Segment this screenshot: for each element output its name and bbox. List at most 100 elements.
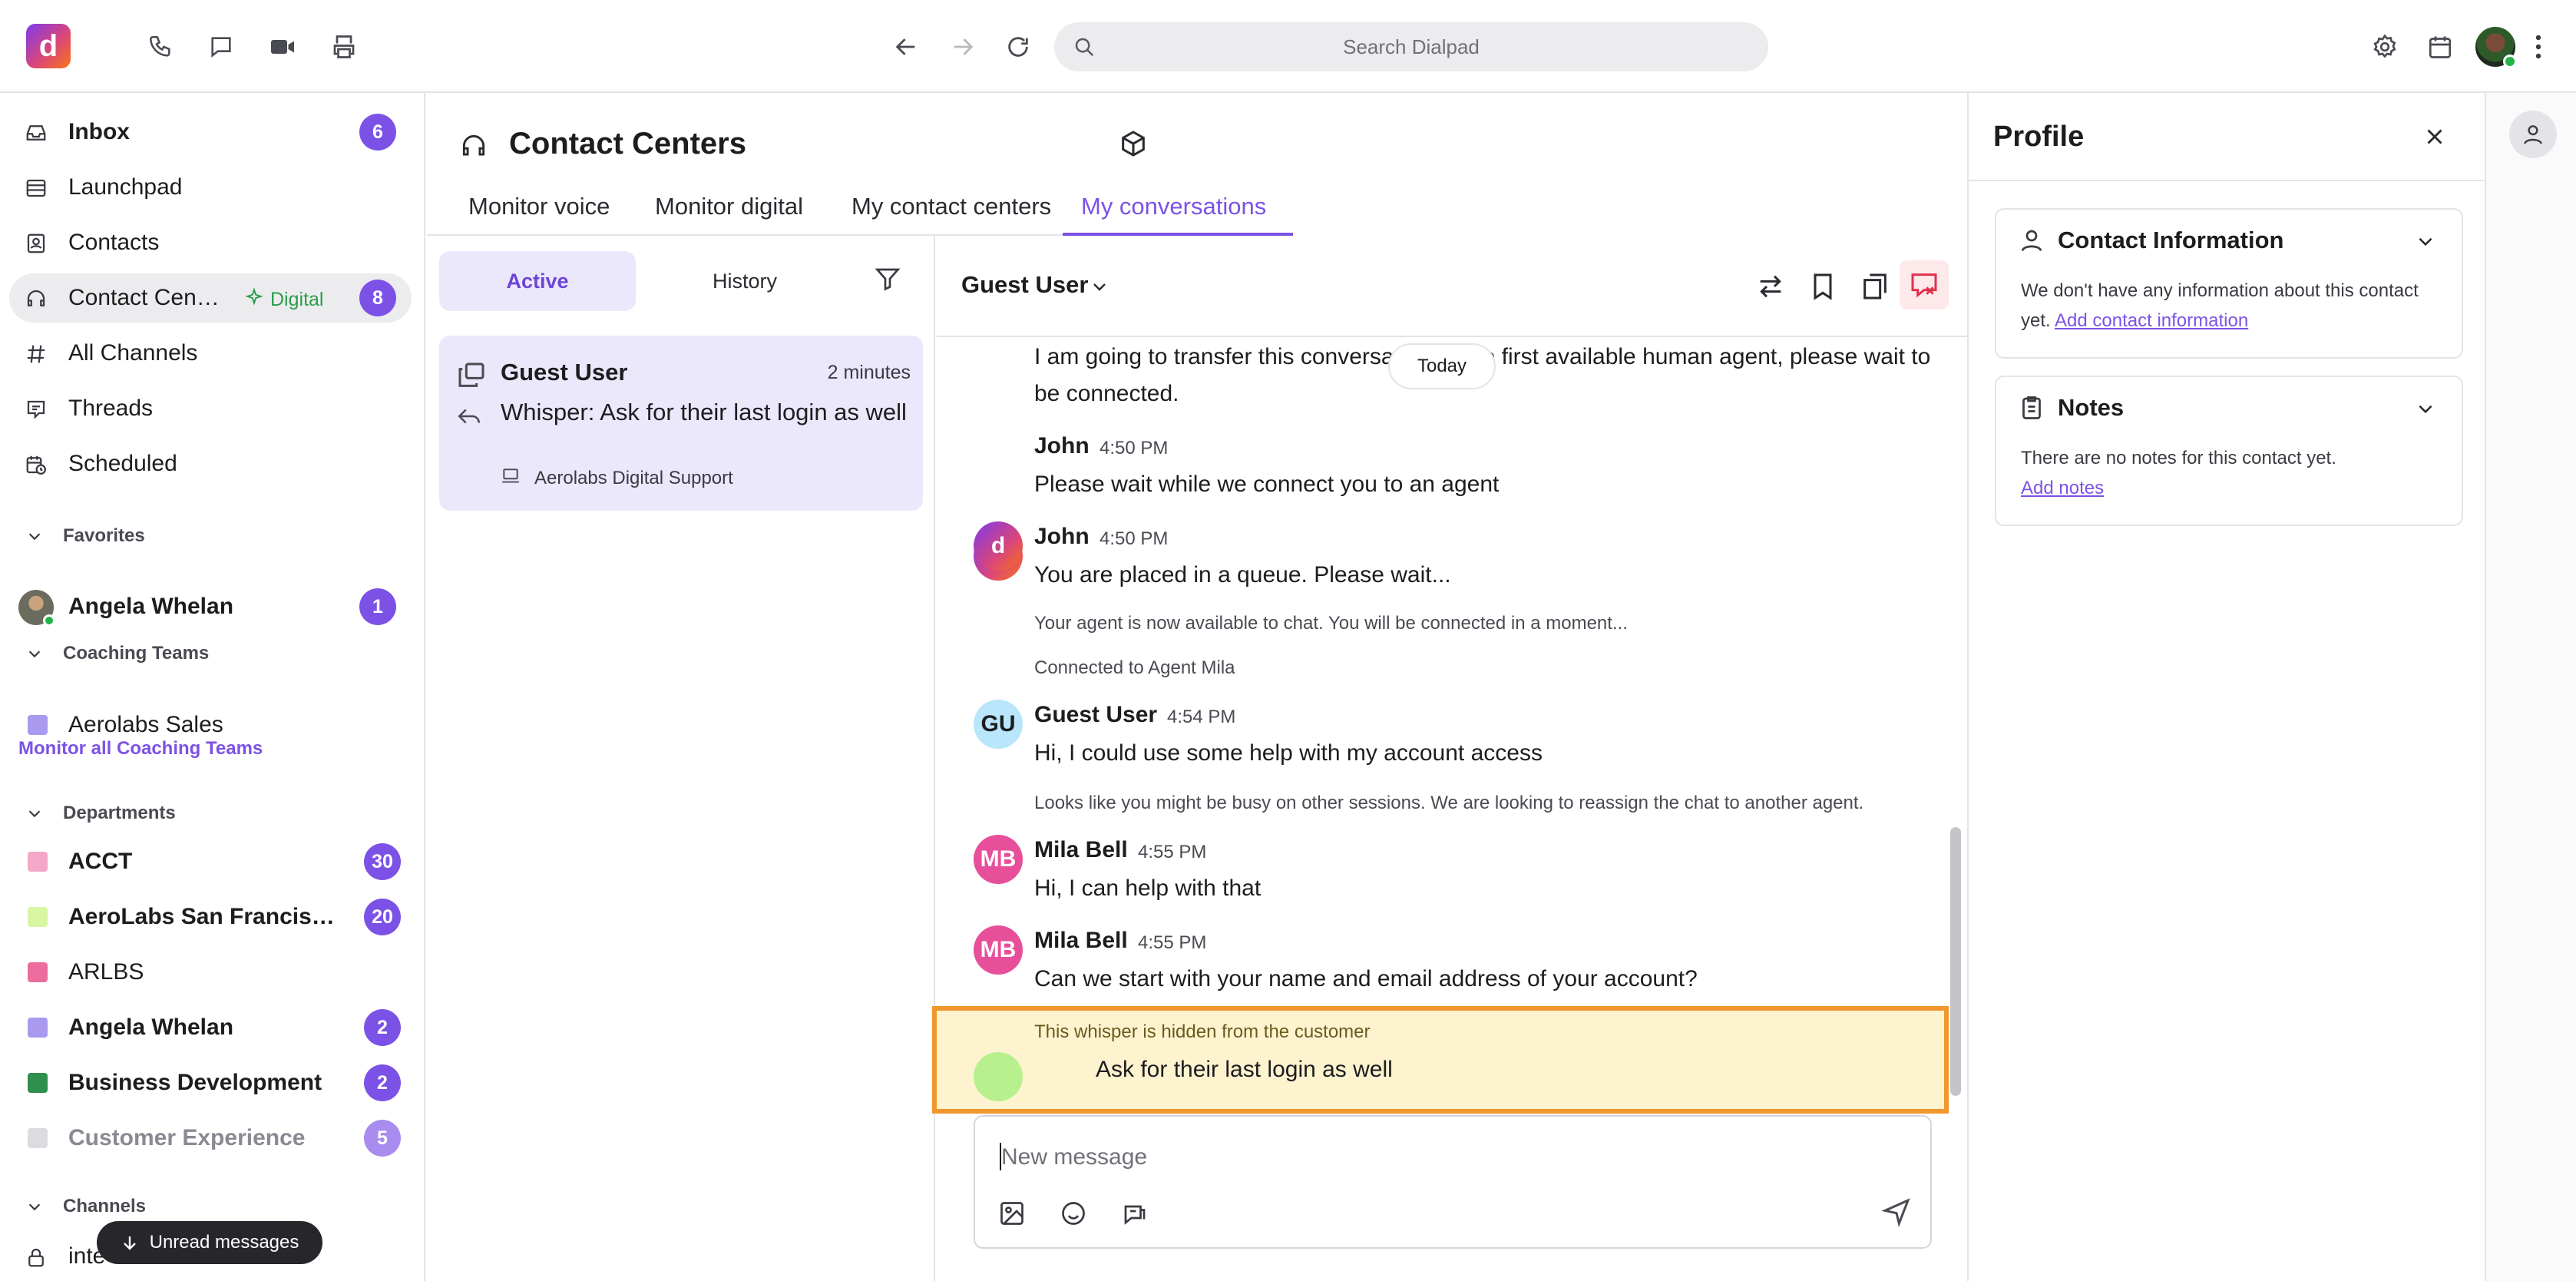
sidebar-item-label: AeroLabs San Francis… — [68, 904, 335, 929]
profile-toggle-button[interactable] — [2509, 111, 2557, 158]
forward-arrow-icon[interactable] — [946, 30, 980, 64]
sidebar-item-contact-centers[interactable]: Contact Cen… Digital 8 — [9, 273, 412, 323]
send-icon[interactable] — [1881, 1197, 1912, 1227]
conversation-stack-icon — [456, 360, 487, 391]
department-item-customer-experience[interactable]: Customer Experience 5 — [9, 1114, 412, 1163]
more-vertical-icon[interactable] — [2529, 30, 2548, 64]
department-item-business-development[interactable]: Business Development 2 — [9, 1058, 412, 1107]
emoji-icon[interactable] — [1060, 1200, 1087, 1227]
favorite-item-angela-whelan[interactable]: Angela Whelan 1 — [9, 582, 412, 631]
chat-contact-name[interactable]: Guest User — [961, 271, 1088, 299]
scheduled-calendar-icon — [25, 453, 48, 476]
page-title: Contact Centers — [509, 127, 746, 161]
clipboard-icon — [2018, 394, 2045, 422]
sidebar-item-label: Customer Experience — [68, 1125, 306, 1150]
message-composer[interactable]: New message — [974, 1115, 1932, 1249]
department-item-acct[interactable]: ACCT 30 — [9, 837, 412, 886]
contact-centers-header: Contact Centers Monitor voice Monitor di… — [427, 93, 1293, 236]
unread-messages-button[interactable]: Unread messages — [97, 1221, 322, 1264]
sidebar-item-label: ACCT — [68, 849, 133, 874]
system-message: Your agent is now available to chat. You… — [1034, 613, 1628, 634]
sidebar-item-scheduled[interactable]: Scheduled — [9, 439, 412, 488]
close-icon[interactable] — [2422, 124, 2448, 150]
headset-icon — [25, 287, 48, 310]
bookmark-icon[interactable] — [1807, 271, 1838, 302]
coaching-teams-section-header[interactable]: Coaching Teams — [26, 643, 209, 664]
conversation-card[interactable]: Guest User 2 minutes Whisper: Ask for th… — [439, 336, 923, 511]
end-chat-button[interactable] — [1900, 260, 1949, 309]
back-arrow-icon[interactable] — [889, 30, 923, 64]
calendar-icon[interactable] — [2423, 30, 2457, 64]
launchpad-icon — [25, 177, 48, 200]
chevron-down-icon[interactable] — [2416, 399, 2435, 419]
chevron-down-icon[interactable] — [2416, 231, 2435, 251]
left-sidebar: Inbox 6 Launchpad Contacts Contact Cen… … — [0, 93, 425, 1281]
sidebar-item-all-channels[interactable]: All Channels — [9, 329, 412, 378]
message-icon[interactable] — [204, 30, 238, 64]
contacts-icon — [25, 232, 48, 255]
channels-section-header[interactable]: Channels — [26, 1196, 146, 1217]
unread-count-badge: 8 — [359, 280, 396, 316]
filter-icon[interactable] — [874, 265, 901, 293]
chevron-down-icon[interactable] — [1090, 277, 1109, 296]
image-icon[interactable] — [998, 1200, 1026, 1227]
chat-panel: I am going to transfer this conversation… — [932, 236, 1967, 1281]
video-icon[interactable] — [266, 30, 299, 64]
print-icon[interactable] — [327, 30, 361, 64]
dialpad-logo[interactable]: d — [26, 24, 71, 68]
message-author: Mila Bell — [1034, 928, 1128, 953]
inbox-icon — [25, 121, 48, 144]
chevron-down-icon — [26, 805, 43, 822]
system-message: Connected to Agent Mila — [1034, 657, 1235, 678]
favorites-section-header[interactable]: Favorites — [26, 525, 145, 547]
unread-count-badge: 5 — [364, 1120, 401, 1157]
sidebar-item-threads[interactable]: Threads — [9, 384, 412, 433]
department-item-arlbs[interactable]: ARLBS — [9, 948, 412, 997]
message-text: Can we start with your name and email ad… — [1034, 966, 1698, 991]
conversation-list: Active History Guest User 2 minutes Whis… — [427, 236, 935, 1281]
settings-gear-icon[interactable] — [2368, 30, 2402, 64]
card-description: There are no notes for this contact yet. — [2021, 448, 2336, 468]
sidebar-item-label: Scheduled — [68, 451, 177, 476]
department-item-angela-whelan[interactable]: Angela Whelan 2 — [9, 1003, 412, 1052]
add-contact-information-link[interactable]: Add contact information — [2055, 310, 2248, 331]
unread-messages-label: Unread messages — [149, 1232, 299, 1253]
sidebar-item-inbox[interactable]: Inbox 6 — [9, 108, 412, 157]
person-icon — [2018, 227, 2045, 254]
whisper-text: Ask for their last login as well — [1096, 1057, 1393, 1082]
sidebar-item-launchpad[interactable]: Launchpad — [9, 163, 412, 212]
unread-count-badge: 2 — [364, 1064, 401, 1101]
user-avatar[interactable] — [2474, 25, 2517, 68]
phone-icon[interactable] — [144, 30, 177, 64]
refresh-icon[interactable] — [1001, 30, 1035, 64]
divider — [1969, 180, 2485, 181]
monitor-all-coaching-teams-link[interactable]: Monitor all Coaching Teams — [18, 738, 263, 760]
add-notes-link[interactable]: Add notes — [2021, 478, 2104, 498]
tab-monitor-voice[interactable]: Monitor voice — [468, 193, 610, 236]
chat-scrollbar[interactable] — [1950, 827, 1961, 1096]
chat-header: Guest User — [937, 236, 1967, 337]
tab-monitor-digital[interactable]: Monitor digital — [655, 193, 803, 236]
departments-section-header[interactable]: Departments — [26, 803, 176, 824]
digital-tag: Digital — [270, 289, 324, 310]
reply-arrow-icon — [456, 403, 482, 429]
transfer-icon[interactable] — [1755, 271, 1786, 302]
message-author: John — [1034, 524, 1090, 549]
cube-icon[interactable] — [1118, 128, 1149, 159]
tab-my-conversations[interactable]: My conversations — [1063, 193, 1293, 236]
sidebar-item-label: Business Development — [68, 1070, 322, 1095]
end-chat-icon — [1909, 270, 1939, 300]
message-text: Hi, I could use some help with my accoun… — [1034, 740, 1543, 766]
transcript-icon[interactable] — [1860, 271, 1890, 302]
department-item-aerolabs-san-francisco[interactable]: AeroLabs San Francis… 20 — [9, 892, 412, 942]
search-input[interactable]: Search Dialpad — [1054, 22, 1768, 71]
sidebar-item-contacts[interactable]: Contacts — [9, 218, 412, 267]
composer-placeholder: New message — [1001, 1144, 1148, 1170]
avatar: MB — [974, 835, 1023, 884]
segment-active[interactable]: Active — [439, 251, 636, 311]
canned-response-icon[interactable] — [1121, 1200, 1149, 1227]
tab-my-contact-centers[interactable]: My contact centers — [852, 193, 1051, 236]
segment-history[interactable]: History — [646, 251, 843, 311]
sidebar-item-label: Launchpad — [68, 174, 183, 200]
sidebar-item-label: Angela Whelan — [68, 594, 234, 619]
